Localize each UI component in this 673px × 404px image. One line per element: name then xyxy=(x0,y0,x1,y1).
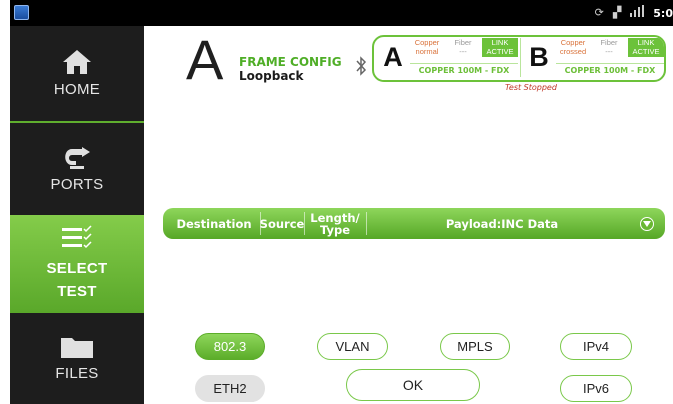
sidebar-item-label: TEST xyxy=(57,283,97,300)
sidebar-item-home[interactable]: HOME xyxy=(10,26,144,121)
divider xyxy=(520,38,521,77)
port-b-letter: B xyxy=(529,42,549,72)
sync-icon: ⟳ xyxy=(594,6,604,19)
status-icons: ⟳ ▞ 5:0 xyxy=(594,5,673,21)
port-a-fiber-label: Fiber xyxy=(454,38,472,47)
sidebar-item-ports[interactable]: PORTS xyxy=(10,123,144,215)
port-status-panel[interactable]: A Copper normal Fiber --- LINK ACTIVE CO… xyxy=(372,35,666,82)
signal-icon xyxy=(630,5,645,21)
port-a-link-label: LINK xyxy=(491,38,509,47)
frame-type-mpls-button[interactable]: MPLS xyxy=(440,333,510,360)
payload-dropdown-button[interactable] xyxy=(640,217,654,231)
frame-field-source[interactable]: Source xyxy=(260,208,305,239)
port-b-fiber-mode: --- xyxy=(605,47,613,56)
sidebar-item-label: PORTS xyxy=(50,175,104,193)
port-a-copper-mode: normal xyxy=(415,47,439,56)
port-b-copper-mode: crossed xyxy=(559,47,587,56)
port-b-link-status: LINK ACTIVE xyxy=(628,38,664,57)
frame-header-bar: Destination Source Length/ Type Payload:… xyxy=(163,208,665,239)
ok-button[interactable]: OK xyxy=(346,369,480,401)
frame-type-802-3-button[interactable]: 802.3 xyxy=(195,333,265,360)
page-subtitle: Loopback xyxy=(239,69,304,83)
sidebar: HOME PORTS SELECT TEST FILES xyxy=(10,26,144,404)
home-icon xyxy=(63,50,91,74)
port-letter-large: A xyxy=(186,28,224,91)
port-b-copper-label: Copper xyxy=(560,38,586,47)
sidebar-item-files[interactable]: FILES xyxy=(10,313,144,404)
sidebar-item-select-test[interactable]: SELECT TEST xyxy=(10,215,144,313)
frame-field-type-label: Type xyxy=(319,222,350,237)
data-transfer-icon: ▞ xyxy=(612,6,622,19)
port-a-link-state: ACTIVE xyxy=(486,47,514,56)
ports-icon xyxy=(65,146,90,169)
frame-type-eth2-button[interactable]: ETH2 xyxy=(195,375,265,402)
port-b-fiber-label: Fiber xyxy=(600,38,618,47)
port-a-copper-label: Copper xyxy=(414,38,440,47)
frame-field-destination[interactable]: Destination xyxy=(169,208,259,239)
status-bar: ⟳ ▞ 5:0 xyxy=(10,0,673,26)
port-a-copper: Copper normal xyxy=(410,38,444,57)
frame-type-ipv4-button[interactable]: IPv4 xyxy=(560,333,632,360)
page-title: FRAME CONFIG xyxy=(239,55,342,69)
chevron-down-icon xyxy=(643,221,651,227)
port-a-speed: COPPER 100M - FDX xyxy=(410,63,518,77)
bluetooth-icon[interactable] xyxy=(355,56,367,76)
port-b-fiber: Fiber --- xyxy=(592,38,626,57)
port-a-fiber: Fiber --- xyxy=(446,38,480,57)
port-b-copper: Copper crossed xyxy=(556,38,590,57)
port-b-speed: COPPER 100M - FDX xyxy=(556,63,664,77)
port-b-link-state: ACTIVE xyxy=(632,47,660,56)
port-a-fiber-mode: --- xyxy=(459,47,467,56)
frame-field-length-label: Length/ xyxy=(310,210,360,225)
sidebar-item-label: SELECT xyxy=(46,260,108,277)
folder-icon xyxy=(61,338,93,358)
select-test-icon xyxy=(62,225,92,249)
frame-type-ipv6-button[interactable]: IPv6 xyxy=(560,375,632,402)
frame-field-length-type[interactable]: Length/ Type xyxy=(305,208,365,239)
test-status-text: Test Stopped xyxy=(505,83,557,92)
status-time: 5:0 xyxy=(653,6,673,20)
port-a-link-status: LINK ACTIVE xyxy=(482,38,518,57)
port-b-link-label: LINK xyxy=(637,38,655,47)
sidebar-item-label: FILES xyxy=(55,365,99,382)
frame-field-payload[interactable]: Payload:INC Data xyxy=(367,208,637,239)
sidebar-item-label: HOME xyxy=(53,81,101,98)
port-a-letter: A xyxy=(383,42,403,72)
frame-type-vlan-button[interactable]: VLAN xyxy=(317,333,388,360)
app-icon xyxy=(14,5,29,20)
